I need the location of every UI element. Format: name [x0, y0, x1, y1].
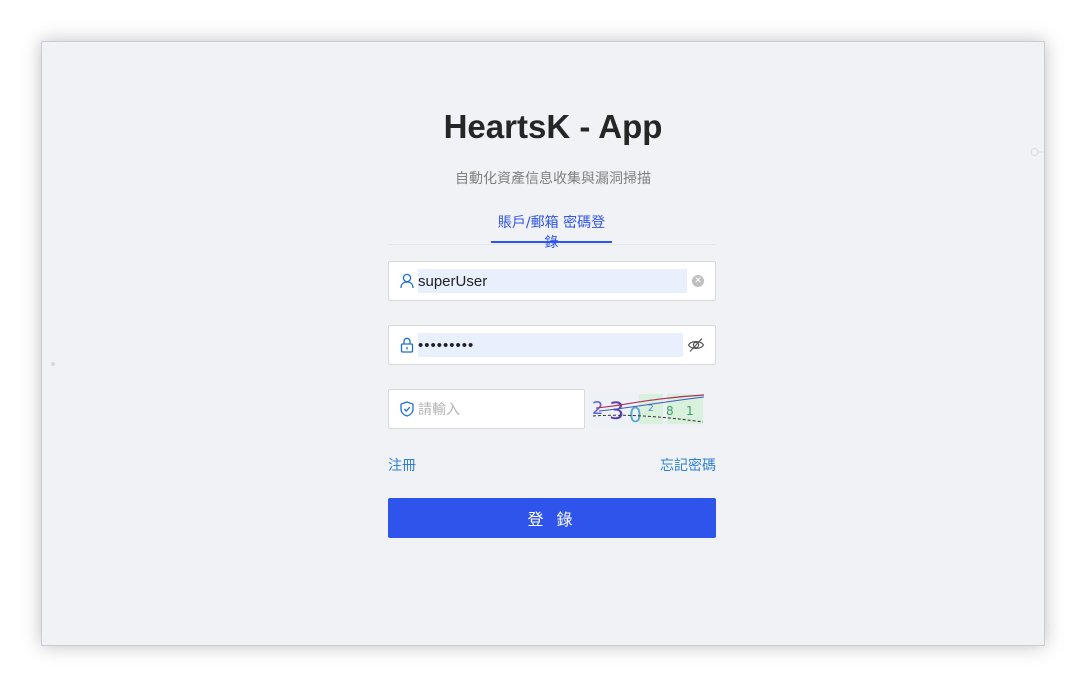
tab-account-password-login[interactable]: 賬戶/郵箱 密碼登錄	[491, 212, 612, 251]
svg-text:3: 3	[609, 397, 624, 425]
svg-text:2: 2	[648, 404, 654, 414]
captcha-input[interactable]	[418, 397, 568, 421]
lock-icon	[400, 337, 414, 353]
password-field[interactable]	[388, 325, 716, 365]
login-window: HeartsK - App 自動化資產信息收集與漏洞掃描 賬戶/郵箱 密碼登錄 …	[41, 41, 1045, 646]
password-input[interactable]	[418, 333, 668, 357]
captcha-field[interactable]	[388, 389, 585, 429]
key-icon	[1030, 148, 1044, 156]
username-input[interactable]	[418, 269, 678, 293]
eye-invisible-icon[interactable]	[687, 336, 705, 354]
svg-text:1: 1	[686, 404, 694, 418]
user-icon	[400, 273, 414, 289]
background-dot	[51, 362, 55, 366]
app-subtitle: 自動化資產信息收集與漏洞掃描	[455, 171, 651, 187]
register-link[interactable]: 注冊	[388, 455, 416, 475]
clear-icon[interactable]: ✕	[692, 275, 704, 287]
app-title: HeartsK - App	[443, 108, 663, 145]
forgot-password-link[interactable]: 忘記密碼	[660, 455, 716, 475]
login-tabs: 賬戶/郵箱 密碼登錄	[388, 202, 716, 251]
login-button[interactable]: 登 錄	[388, 498, 716, 538]
username-field[interactable]: ✕	[388, 261, 716, 301]
shield-check-icon	[400, 401, 414, 417]
captcha-image[interactable]: 2 3 0 2 8 1	[591, 392, 706, 426]
svg-text:8: 8	[666, 404, 674, 418]
